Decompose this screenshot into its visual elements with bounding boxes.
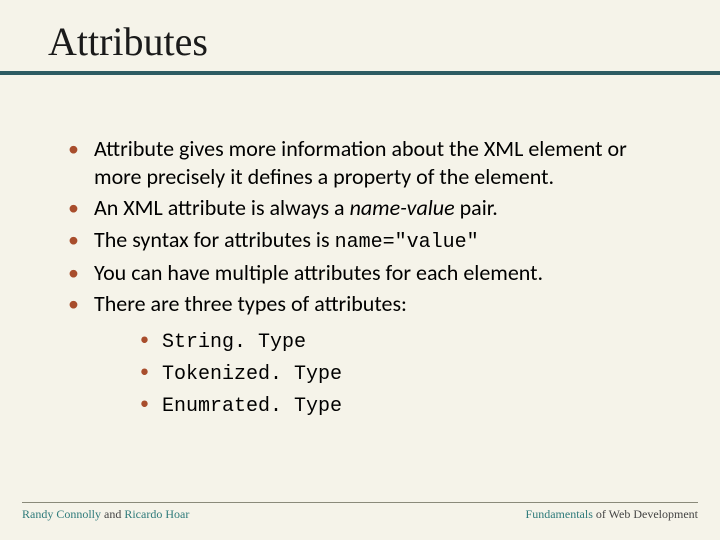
sub-bullet-text: Tokenized. Type	[162, 363, 342, 386]
title-wrap: Attributes	[0, 0, 720, 69]
sub-bullet-item: String. Type	[132, 326, 660, 358]
book-title-part: of Web Development	[593, 507, 698, 521]
slide: Attributes Attribute gives more informat…	[0, 0, 720, 540]
bullet-text: There are three types of attributes:	[94, 290, 407, 317]
bullet-text: An XML attribute is always a	[94, 194, 350, 221]
footer-divider	[22, 502, 698, 503]
bullet-text: pair.	[455, 194, 498, 221]
book-title-part: Fundamentals	[526, 507, 593, 521]
content-area: Attribute gives more information about t…	[0, 75, 720, 422]
sub-bullet-text: String. Type	[162, 331, 306, 354]
bullet-item: An XML attribute is always a name-value …	[54, 194, 660, 222]
footer-row: Randy Connolly and Ricardo Hoar Fundamen…	[22, 507, 698, 522]
footer-left: Randy Connolly and Ricardo Hoar	[22, 507, 189, 522]
bullet-item: Attribute gives more information about t…	[54, 135, 660, 190]
sub-bullet-item: Tokenized. Type	[132, 358, 660, 390]
footer-right: Fundamentals of Web Development	[526, 507, 698, 522]
bullet-text-italic: name-value	[350, 194, 455, 221]
bullet-text: The syntax for attributes is	[94, 226, 335, 253]
slide-title: Attributes	[48, 18, 720, 65]
bullet-item: There are three types of attributes: Str…	[54, 290, 660, 422]
sub-bullet-list: String. Type Tokenized. Type Enumrated. …	[94, 326, 660, 422]
sub-bullet-text: Enumrated. Type	[162, 395, 342, 418]
bullet-text: You can have multiple attributes for eac…	[94, 259, 543, 286]
bullet-list: Attribute gives more information about t…	[54, 135, 660, 422]
author-name: Ricardo Hoar	[124, 507, 189, 521]
author-name: Randy Connolly	[22, 507, 101, 521]
footer-text: and	[101, 507, 124, 521]
bullet-text: Attribute gives more information about t…	[94, 135, 627, 190]
bullet-item: You can have multiple attributes for eac…	[54, 259, 660, 287]
sub-bullet-item: Enumrated. Type	[132, 390, 660, 422]
footer: Randy Connolly and Ricardo Hoar Fundamen…	[22, 502, 698, 522]
bullet-item: The syntax for attributes is name="value…	[54, 226, 660, 255]
bullet-code: name="value"	[335, 231, 479, 254]
